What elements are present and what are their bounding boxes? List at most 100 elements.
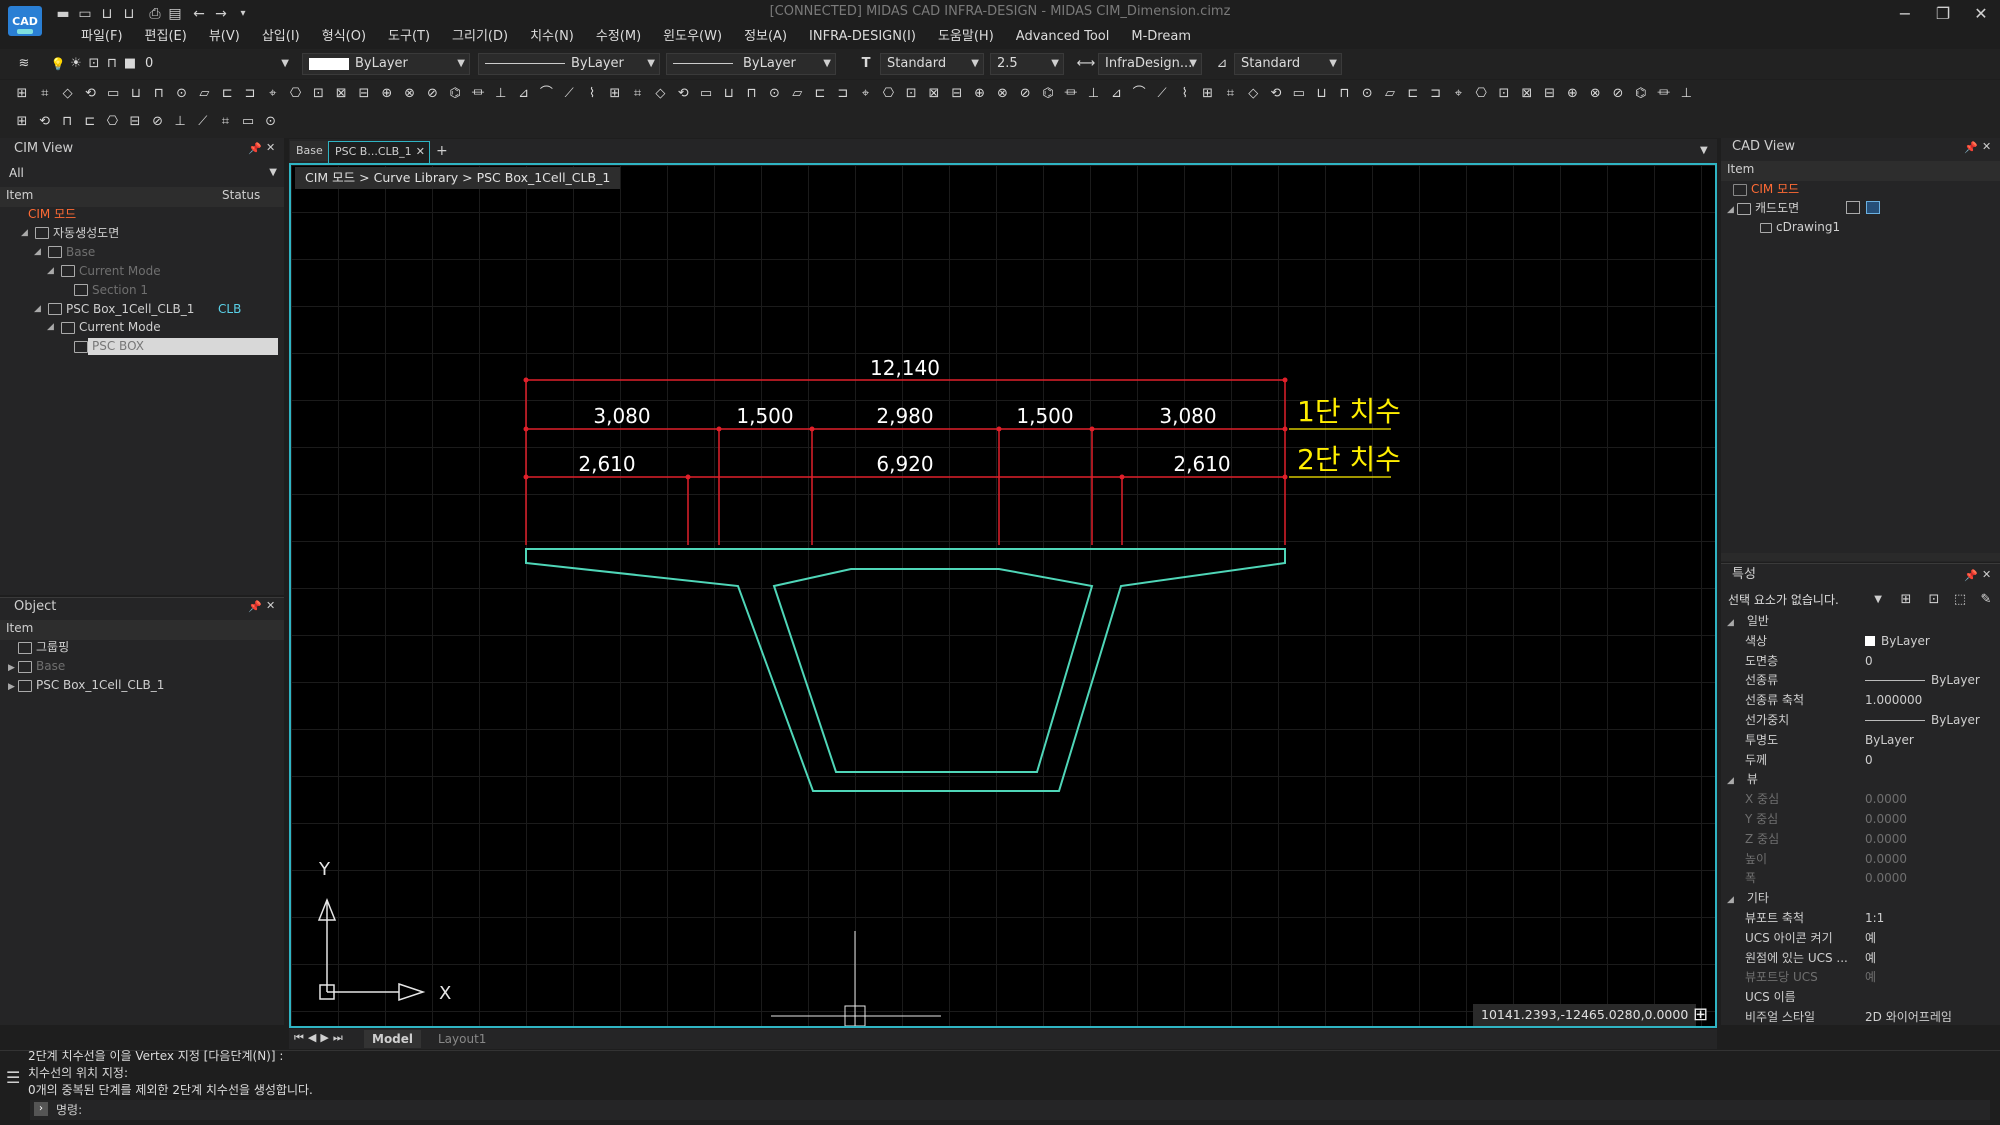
toolbar-tool-icon[interactable]: ⊞ <box>12 84 32 104</box>
toolbar-tool-icon[interactable]: ⊏ <box>810 84 830 104</box>
cim-tree-item[interactable]: ◢ 자동생성도면 <box>0 224 284 243</box>
toolbar-tool-icon[interactable]: ⌬ <box>1038 84 1058 104</box>
tab-list-dropdown-icon[interactable]: ▼ <box>1700 145 1708 156</box>
toolbar-tool-icon[interactable]: ▭ <box>696 84 716 104</box>
redo-icon[interactable]: → <box>212 6 230 22</box>
toolbar-tool-icon[interactable]: ⊟ <box>354 84 374 104</box>
property-value[interactable]: 0.0000 <box>1865 850 1907 870</box>
menu-item[interactable]: 윈도우(W) <box>652 26 733 48</box>
menu-item[interactable]: 편집(E) <box>134 26 198 48</box>
view-tool-icon[interactable]: ⟲ <box>35 112 55 132</box>
object-tree-item[interactable]: ▶ Base <box>8 657 65 676</box>
expand-icon[interactable]: ◢ <box>47 262 57 281</box>
command-menu-icon[interactable]: ☰ <box>6 1068 20 1087</box>
collapse-icon[interactable]: ◢ <box>1727 772 1737 792</box>
cim-tree-item[interactable]: ◢ Base <box>0 243 284 262</box>
toolbar-tool-icon[interactable]: ⊗ <box>1585 84 1605 104</box>
toolbar-tool-icon[interactable]: ⊙ <box>1357 84 1377 104</box>
view-tool-icon[interactable]: ⊥ <box>170 112 190 132</box>
expand-icon[interactable]: ◢ <box>21 224 31 243</box>
toolbar-tool-icon[interactable]: ⊗ <box>992 84 1012 104</box>
menu-item[interactable]: INFRA-DESIGN(I) <box>798 26 927 48</box>
toolbar-tool-icon[interactable]: ⊏ <box>1403 84 1423 104</box>
menu-item[interactable]: 삽입(I) <box>251 26 311 48</box>
close-window-button[interactable]: ✕ <box>1966 2 1996 26</box>
publish-icon[interactable]: ▤ <box>166 6 184 22</box>
toolbar-tool-icon[interactable]: ⌖ <box>263 84 283 104</box>
layer-color-icon[interactable]: ■ <box>120 54 140 74</box>
toolbar-tool-icon[interactable]: ⊡ <box>901 84 921 104</box>
collapse-icon[interactable]: ◢ <box>1727 614 1737 634</box>
new-tab-button[interactable]: + <box>436 141 448 161</box>
toolbar-tool-icon[interactable]: ◇ <box>58 84 78 104</box>
toolbar-tool-icon[interactable]: ⊙ <box>172 84 192 104</box>
toolbar-tool-icon[interactable]: ⌖ <box>856 84 876 104</box>
tab-base[interactable]: Base <box>290 141 329 161</box>
toolbar-tool-icon[interactable]: ◇ <box>1243 84 1263 104</box>
layer-manager-icon[interactable]: ≋ <box>14 54 34 74</box>
layer-select[interactable]: 0 ▼ <box>138 53 294 75</box>
color-select[interactable]: ByLayer ▼ <box>302 53 470 75</box>
layer-state-icons[interactable]: 💡 <box>48 54 68 74</box>
property-value[interactable]: ByLayer <box>1865 632 1930 652</box>
toolbar-tool-icon[interactable]: ⊐ <box>1426 84 1446 104</box>
selection-select[interactable]: 선택 요소가 없습니다. ▼ <box>1723 589 1887 611</box>
cad-pin-icon[interactable]: 📌 <box>1964 141 1978 154</box>
new-file-icon[interactable]: ▬ <box>54 6 72 22</box>
property-value[interactable]: 1.000000 <box>1865 691 1922 711</box>
cim-tree-item[interactable]: CIM 모드 <box>0 205 284 224</box>
toolbar-tool-icon[interactable]: ⊓ <box>742 84 762 104</box>
grid-toggle-icon[interactable]: ⊞ <box>1693 1005 1713 1025</box>
view-tool-icon[interactable]: ⊓ <box>57 112 77 132</box>
toolbar-tool-icon[interactable]: ⊗ <box>400 84 420 104</box>
view-tool-icon[interactable]: ⊏ <box>80 112 100 132</box>
properties-close-icon[interactable]: ✕ <box>1982 568 1991 581</box>
menu-item[interactable]: 치수(N) <box>519 26 585 48</box>
view-tool-icon[interactable]: ⊙ <box>261 112 281 132</box>
toolbar-tool-icon[interactable]: ▱ <box>787 84 807 104</box>
property-value[interactable]: 예 <box>1865 929 1876 949</box>
expand-arrow-icon[interactable]: ▶ <box>8 678 18 697</box>
menu-item[interactable]: 파일(F) <box>70 26 134 48</box>
toolbar-tool-icon[interactable]: ⌇ <box>1175 84 1195 104</box>
property-value[interactable]: 예 <box>1865 968 1876 988</box>
text-style-icon[interactable]: T <box>856 54 876 74</box>
object-close-icon[interactable]: ✕ <box>266 599 275 612</box>
menu-item[interactable]: 수정(M) <box>585 26 652 48</box>
freeze-icon[interactable]: ☀ <box>66 54 86 74</box>
view-tool-icon[interactable]: ▭ <box>238 112 258 132</box>
collapse-icon[interactable]: ◢ <box>1727 891 1737 911</box>
table-style-icon[interactable]: ⊿ <box>1212 54 1232 74</box>
toolbar-tool-icon[interactable]: ⊥ <box>491 84 511 104</box>
toolbar-tool-icon[interactable]: ▭ <box>1289 84 1309 104</box>
tab-close-icon[interactable]: ✕ <box>416 142 425 162</box>
property-value[interactable]: 0.0000 <box>1865 869 1907 889</box>
toolbar-tool-icon[interactable]: ⊿ <box>514 84 534 104</box>
property-value[interactable]: 0 <box>1865 652 1873 672</box>
cim-tree-item[interactable]: PSC BOX <box>0 337 284 356</box>
view-tool-icon[interactable]: ⊟ <box>125 112 145 132</box>
property-value[interactable]: 0 <box>1865 751 1873 771</box>
lineweight-select[interactable]: ByLayer ▼ <box>666 53 836 75</box>
menu-item[interactable]: 형식(O) <box>311 26 377 48</box>
linetype-select[interactable]: ByLayer ▼ <box>478 53 660 75</box>
toolbar-tool-icon[interactable]: ⊓ <box>149 84 169 104</box>
property-section-header[interactable]: ◢ 기타 <box>1727 889 1769 909</box>
expand-icon[interactable]: ◢ <box>34 300 44 319</box>
toolbar-tool-icon[interactable]: ⊡ <box>1494 84 1514 104</box>
view-tool-icon[interactable]: ⊞ <box>12 112 32 132</box>
quick-select-icon[interactable]: ⊞ <box>1896 590 1916 610</box>
menu-item[interactable]: 정보(A) <box>733 26 798 48</box>
view-tool-icon[interactable]: ⊘ <box>148 112 168 132</box>
menu-item[interactable]: 도움말(H) <box>927 26 1005 48</box>
menu-item[interactable]: Advanced Tool <box>1005 26 1121 48</box>
drawing-viewport[interactable]: CIM 모드 > Curve Library > PSC Box_1Cell_C… <box>289 163 1717 1028</box>
toggle-pickadd-icon[interactable]: ⊡ <box>1924 590 1944 610</box>
property-value[interactable]: ByLayer <box>1865 711 1980 731</box>
toolbar-tool-icon[interactable]: ⊠ <box>1517 84 1537 104</box>
view-tool-icon[interactable]: ⌗ <box>215 112 235 132</box>
toolbar-tool-icon[interactable]: ▱ <box>194 84 214 104</box>
toolbar-tool-icon[interactable]: ⊕ <box>1562 84 1582 104</box>
toolbar-tool-icon[interactable]: ⌒ <box>536 84 556 104</box>
open-folder-icon[interactable]: ▭ <box>76 6 94 22</box>
